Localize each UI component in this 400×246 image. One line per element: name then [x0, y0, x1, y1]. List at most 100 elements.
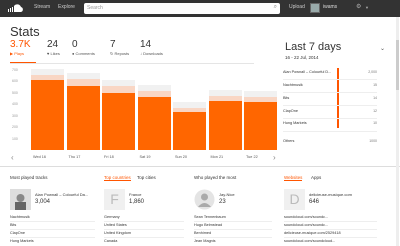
panel-track[interactable]: Bits [283, 96, 289, 100]
page-title: Stats [10, 24, 40, 39]
top-listener-name[interactable]: Jay-Nice [219, 192, 235, 197]
list-item[interactable]: Nachtmusik [10, 215, 30, 219]
header-divider [10, 63, 254, 64]
list-item[interactable]: Germany [104, 215, 120, 219]
stat-comments[interactable]: 0 ● Comments [72, 40, 95, 57]
list-item[interactable]: United Kingdom [104, 231, 131, 235]
x-tick-label: Tue 22 [246, 155, 258, 159]
list-item[interactable]: United States [104, 223, 127, 227]
y-tick-label: 700 [12, 68, 18, 72]
listener-avatar[interactable] [194, 189, 215, 210]
tab-websites[interactable]: Websites [284, 175, 303, 181]
period-range: 16 - 22 Jul, 2014 [285, 55, 319, 60]
avatar[interactable] [310, 3, 320, 13]
tab-apps[interactable]: Apps [311, 175, 321, 180]
stat-reposts[interactable]: 7 ↻ Reposts [110, 40, 129, 57]
divider [283, 118, 377, 119]
chart-bar[interactable] [173, 70, 206, 150]
period-title[interactable]: Last 7 days [285, 41, 341, 53]
search-input[interactable]: Search ⌕ [84, 3, 280, 14]
track-artwork[interactable] [10, 189, 31, 210]
app-root: Stream Explore Search ⌕ Upload iwams ⚙ ▼… [0, 0, 400, 246]
top-website-count: 646 [309, 199, 320, 205]
chart-bar[interactable] [66, 70, 100, 150]
search-icon[interactable]: ⌕ [274, 4, 277, 10]
section-divider [0, 166, 400, 167]
tab-top-cities[interactable]: Top cities [137, 175, 156, 180]
chart-bar[interactable] [244, 70, 277, 150]
list-item[interactable]: ClapOne [10, 231, 25, 235]
panel-track[interactable]: Hung Markets [283, 121, 307, 125]
top-bar: Stream Explore Search ⌕ Upload iwams ⚙ ▼ [0, 0, 400, 17]
list-item[interactable]: soundcloud.com/soundc... [284, 215, 328, 219]
stat-downloads[interactable]: 14 ↓ Downloads [140, 39, 163, 57]
x-tick-label: Sun 20 [175, 155, 188, 159]
bar-fill [208, 100, 242, 150]
divider [194, 237, 272, 238]
stat-likes[interactable]: 24 ♥ Likes [47, 40, 60, 57]
nav-stream[interactable]: Stream [34, 4, 50, 10]
chevron-down-icon[interactable]: ▼ [365, 5, 369, 10]
y-tick-label: 500 [12, 90, 18, 95]
divider [194, 229, 272, 230]
list-item[interactable]: Canada [104, 239, 117, 243]
y-tick-label: 200 [12, 125, 18, 130]
bar-fill [244, 102, 277, 150]
stat-label: ▶ Plays [10, 51, 24, 56]
chevron-down-icon[interactable]: ⌄ [380, 45, 385, 52]
stat-value: 14 [140, 39, 152, 50]
y-tick-label: 100 [12, 136, 18, 141]
top-country-name[interactable]: France [129, 192, 141, 197]
panel-track[interactable]: Nachtmusik [283, 83, 303, 87]
top-track-name[interactable]: Alan Pownall – Colourful Da... [35, 192, 88, 197]
panel-track-num: 12 [373, 109, 377, 113]
list-item[interactable]: delicieuse-musique.com/2529418 [284, 231, 341, 235]
bar-highlight [137, 90, 171, 98]
scrollbar-thumb[interactable] [396, 40, 399, 90]
nav-explore[interactable]: Explore [58, 4, 75, 10]
y-tick-label: 400 [12, 102, 18, 107]
divider [283, 105, 377, 106]
gear-icon[interactable]: ⚙ [356, 3, 361, 10]
list-item[interactable]: Benhimed [194, 231, 211, 235]
panel-track-num: 15 [373, 83, 377, 87]
top-track-count: 3,004 [35, 199, 51, 205]
listener-avatar-image [194, 189, 215, 210]
chart-bar[interactable] [102, 70, 135, 150]
stat-plays[interactable]: 3.7K ▶ Plays [10, 40, 31, 57]
list-item[interactable]: Sean Tennenbaum [194, 215, 226, 219]
list-item[interactable]: Bits [10, 223, 16, 227]
divider [284, 237, 377, 238]
panel-others[interactable]: Others [283, 139, 294, 143]
divider [194, 221, 272, 222]
username-menu[interactable]: iwams [323, 4, 337, 10]
website-letter: D [284, 189, 305, 210]
chart-bar[interactable] [208, 70, 242, 150]
top-website-name[interactable]: delicieuse-musique.com [309, 192, 352, 197]
divider [10, 229, 95, 230]
who-played-title: Who played the most [194, 175, 237, 180]
chart-bar[interactable] [137, 70, 171, 150]
chevron-left-icon[interactable]: ‹ [11, 153, 14, 162]
y-tick-label: 300 [12, 113, 18, 118]
list-item[interactable]: Jean Magnis [194, 239, 216, 243]
panel-track[interactable]: ClapOne [283, 109, 298, 113]
bar-fill [66, 86, 100, 150]
stat-label: ♥ Likes [47, 51, 60, 56]
list-item[interactable]: Hung Markets [10, 239, 34, 243]
list-item[interactable]: soundcloud.com/soundc... [284, 223, 328, 227]
upload-link[interactable]: Upload [289, 4, 305, 10]
y-tick-label: 600 [12, 79, 18, 84]
panel-track[interactable]: Alan Pownall – Colourful D... [283, 70, 331, 74]
divider [283, 131, 377, 132]
tab-top-countries[interactable]: Top countries [104, 175, 131, 181]
soundcloud-logo-icon[interactable] [8, 3, 24, 13]
chevron-right-icon[interactable]: › [273, 153, 276, 162]
track-share-bar [337, 68, 339, 128]
list-item[interactable]: soundcloud.com/soundcloud... [284, 239, 335, 243]
x-tick-label: Fri 18 [104, 155, 114, 159]
stat-label: ↓ Downloads [140, 51, 163, 56]
panel-track-num: 2,000 [368, 70, 377, 74]
list-item[interactable]: Hugo Belmstead [194, 223, 222, 227]
chart-bar[interactable] [31, 68, 64, 150]
